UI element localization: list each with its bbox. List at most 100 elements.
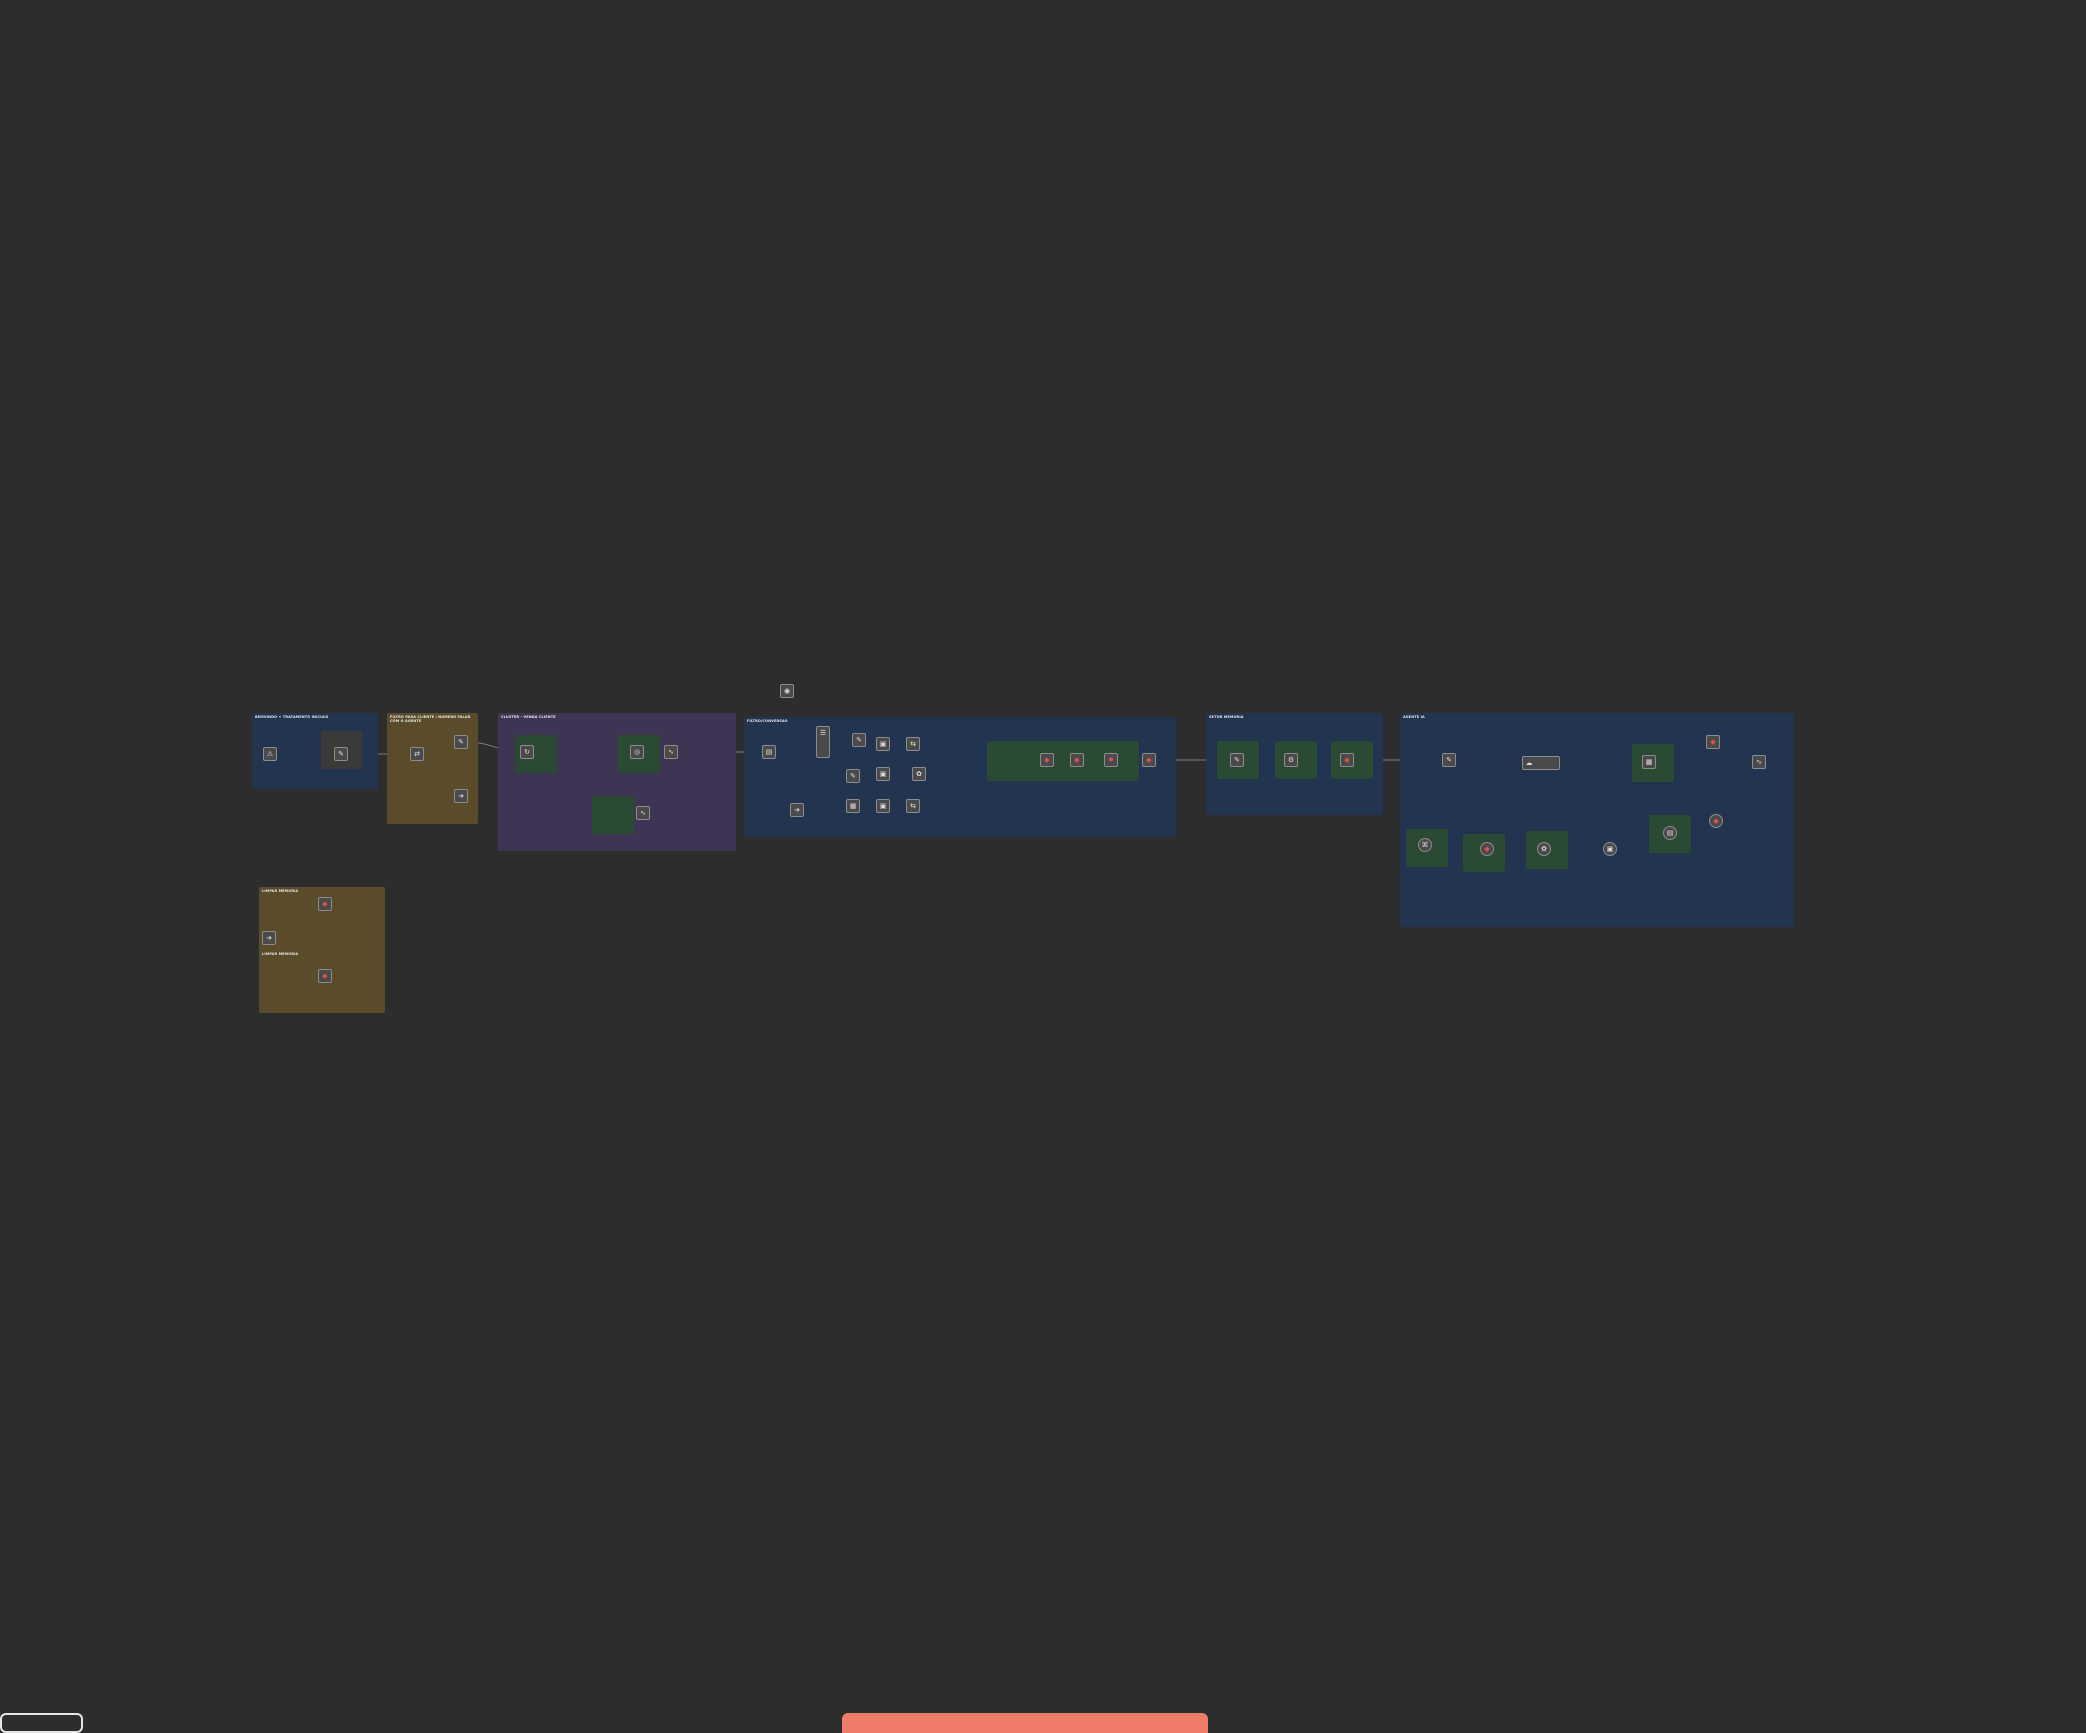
redis-icon: ◆ xyxy=(1710,738,1716,746)
final-wait-node[interactable]: ∿ xyxy=(1752,755,1766,769)
tool-node-b[interactable]: ◆ xyxy=(1480,842,1494,856)
redis-icon: ◆ xyxy=(1044,756,1050,764)
redis-icon: ◆ xyxy=(1713,817,1719,825)
redis-icon: ◆ xyxy=(1344,756,1350,764)
edit-node-c[interactable]: ▦ xyxy=(846,799,860,813)
calendar-icon: ▤ xyxy=(1666,829,1674,837)
filter-icon: ▤ xyxy=(765,748,773,756)
filter-node[interactable]: ▤ xyxy=(762,745,776,759)
code-icon: ↻ xyxy=(524,748,530,756)
group-title: BEMVINDO + TRATAMENTO INICIAIS xyxy=(255,715,329,719)
webhook-node[interactable]: ⚠ xyxy=(263,747,277,761)
tool-node-d[interactable]: ▣ xyxy=(1603,842,1617,856)
redis-node-b[interactable]: ◆ xyxy=(1070,753,1084,767)
extract-node-c[interactable]: ▣ xyxy=(876,799,890,813)
webhook-icon: ⚠ xyxy=(266,750,274,758)
group-agente-ia[interactable]: AGENTE IA xyxy=(1400,713,1794,927)
set-node[interactable]: ✎ xyxy=(454,735,468,749)
group-title: CLUSTER - VENDA CLIENTE xyxy=(501,715,556,719)
zoom-controls[interactable] xyxy=(0,1713,83,1733)
http-node[interactable]: ◎ xyxy=(630,745,644,759)
file-icon: ▣ xyxy=(879,802,887,810)
wait-node-2[interactable]: ∿ xyxy=(636,806,650,820)
tool-node-e[interactable]: ▤ xyxy=(1663,826,1677,840)
tool-node-f[interactable]: ◆ xyxy=(1709,814,1723,828)
ai-agent-node[interactable]: ☁ xyxy=(1522,756,1560,770)
pencil-icon: ✎ xyxy=(458,738,464,746)
extract-node-a[interactable]: ▣ xyxy=(876,737,890,751)
edit-fields-node[interactable]: ✎ xyxy=(334,747,348,761)
tool-node-a[interactable]: ⌘ xyxy=(1418,838,1432,852)
wave-icon: ∿ xyxy=(640,809,646,817)
openai-node-b[interactable]: ✿ xyxy=(912,767,926,781)
pencil-icon: ✎ xyxy=(338,750,344,758)
wave-icon: ∿ xyxy=(668,748,674,756)
code-node[interactable]: ↻ xyxy=(520,745,534,759)
convert-node-a[interactable]: ⇆ xyxy=(906,737,920,751)
switch-icon: ⇄ xyxy=(414,750,420,758)
redis-node-c[interactable]: ◆ xyxy=(1142,753,1156,767)
switch-multi-node[interactable]: ☰ xyxy=(816,726,830,758)
robot-icon: ☁ xyxy=(1525,759,1533,767)
redis-icon: ◆ xyxy=(1146,756,1152,764)
edit-node-a[interactable]: ✎ xyxy=(852,733,866,747)
pencil-icon: ✎ xyxy=(850,772,856,780)
redis-node-m3[interactable]: ◆ xyxy=(1340,753,1354,767)
redis-icon: ◆ xyxy=(322,900,328,908)
group-title-2: LIMPAR MEMORIA xyxy=(262,952,299,956)
group-cluster-venda[interactable]: CLUSTER - VENDA CLIENTE xyxy=(498,713,736,851)
redis-icon: ◆ xyxy=(1074,756,1080,764)
file-icon: ▣ xyxy=(1606,845,1614,853)
group-filtro-cliente[interactable]: FILTRO PARA CLIENTE / NUMERO FALAR COM O… xyxy=(387,713,478,824)
pencil-icon: ✎ xyxy=(1446,756,1452,764)
tool-node-c[interactable]: ✿ xyxy=(1537,842,1551,856)
edit-node-m1[interactable]: ✎ xyxy=(1230,753,1244,767)
robot-icon: ◉ xyxy=(783,687,791,695)
edit-node-agent[interactable]: ✎ xyxy=(1442,753,1456,767)
group-title: SETOR MEMORIA xyxy=(1209,715,1244,719)
send-node-limpar[interactable]: ➔ xyxy=(262,931,276,945)
convert-icon: ⇆ xyxy=(910,740,916,748)
output-node[interactable]: ▦ xyxy=(1642,755,1656,769)
group-title: FILTRO/CONVERSAO xyxy=(747,719,788,723)
convert-node-c[interactable]: ⇆ xyxy=(906,799,920,813)
file-icon: ▣ xyxy=(879,770,887,778)
redis-node-a[interactable]: ◆ xyxy=(1040,753,1054,767)
redis-node-limpar-a[interactable]: ◆ xyxy=(318,897,332,911)
memory-node-m2[interactable]: ⚙ xyxy=(1284,753,1298,767)
arrow-icon: ➔ xyxy=(266,934,272,942)
globe-icon: ◎ xyxy=(633,748,641,756)
arrow-icon: ➔ xyxy=(458,792,464,800)
group-title: FILTRO PARA CLIENTE / NUMERO FALAR COM O… xyxy=(390,715,471,723)
send-node-2[interactable]: ➔ xyxy=(790,803,804,817)
redis-node-limpar-b[interactable]: ◆ xyxy=(318,969,332,983)
arrow-icon: ➔ xyxy=(794,806,800,814)
switch-icon: ☰ xyxy=(819,729,827,737)
redis-node-top[interactable]: ◆ xyxy=(1706,735,1720,749)
gear-icon: ⚙ xyxy=(1287,756,1295,764)
pencil-icon: ✎ xyxy=(856,736,862,744)
workflow-canvas[interactable]: BEMVINDO + TRATAMENTO INICIAIS ⚠ ✎ FILTR… xyxy=(0,0,2086,1730)
model-icon: ⌘ xyxy=(1421,841,1429,849)
openai-icon: ✿ xyxy=(916,770,922,778)
settings-node[interactable]: ✹ xyxy=(1104,753,1118,767)
group-title: AGENTE IA xyxy=(1403,715,1425,719)
gear-icon: ✹ xyxy=(1108,756,1114,764)
extract-node-b[interactable]: ▣ xyxy=(876,767,890,781)
send-node[interactable]: ➔ xyxy=(454,789,468,803)
group-title: LIMPAR MEMORIA xyxy=(262,889,299,893)
redis-icon: ◆ xyxy=(322,972,328,980)
subgroup-c xyxy=(592,796,634,834)
wait-node[interactable]: ∿ xyxy=(664,745,678,759)
wave-icon: ∿ xyxy=(1756,758,1762,766)
switch-node[interactable]: ⇄ xyxy=(410,747,424,761)
convert-icon: ⇆ xyxy=(910,802,916,810)
group-filtro-conversao[interactable]: FILTRO/CONVERSAO xyxy=(744,717,1176,837)
floating-node[interactable]: ◉ xyxy=(780,684,794,698)
tool-icon: ✿ xyxy=(1541,845,1547,853)
image-icon: ▦ xyxy=(849,802,857,810)
image-icon: ▦ xyxy=(1645,758,1653,766)
edit-node-b[interactable]: ✎ xyxy=(846,769,860,783)
pencil-icon: ✎ xyxy=(1234,756,1240,764)
execute-workflow-bar[interactable] xyxy=(842,1713,1208,1733)
